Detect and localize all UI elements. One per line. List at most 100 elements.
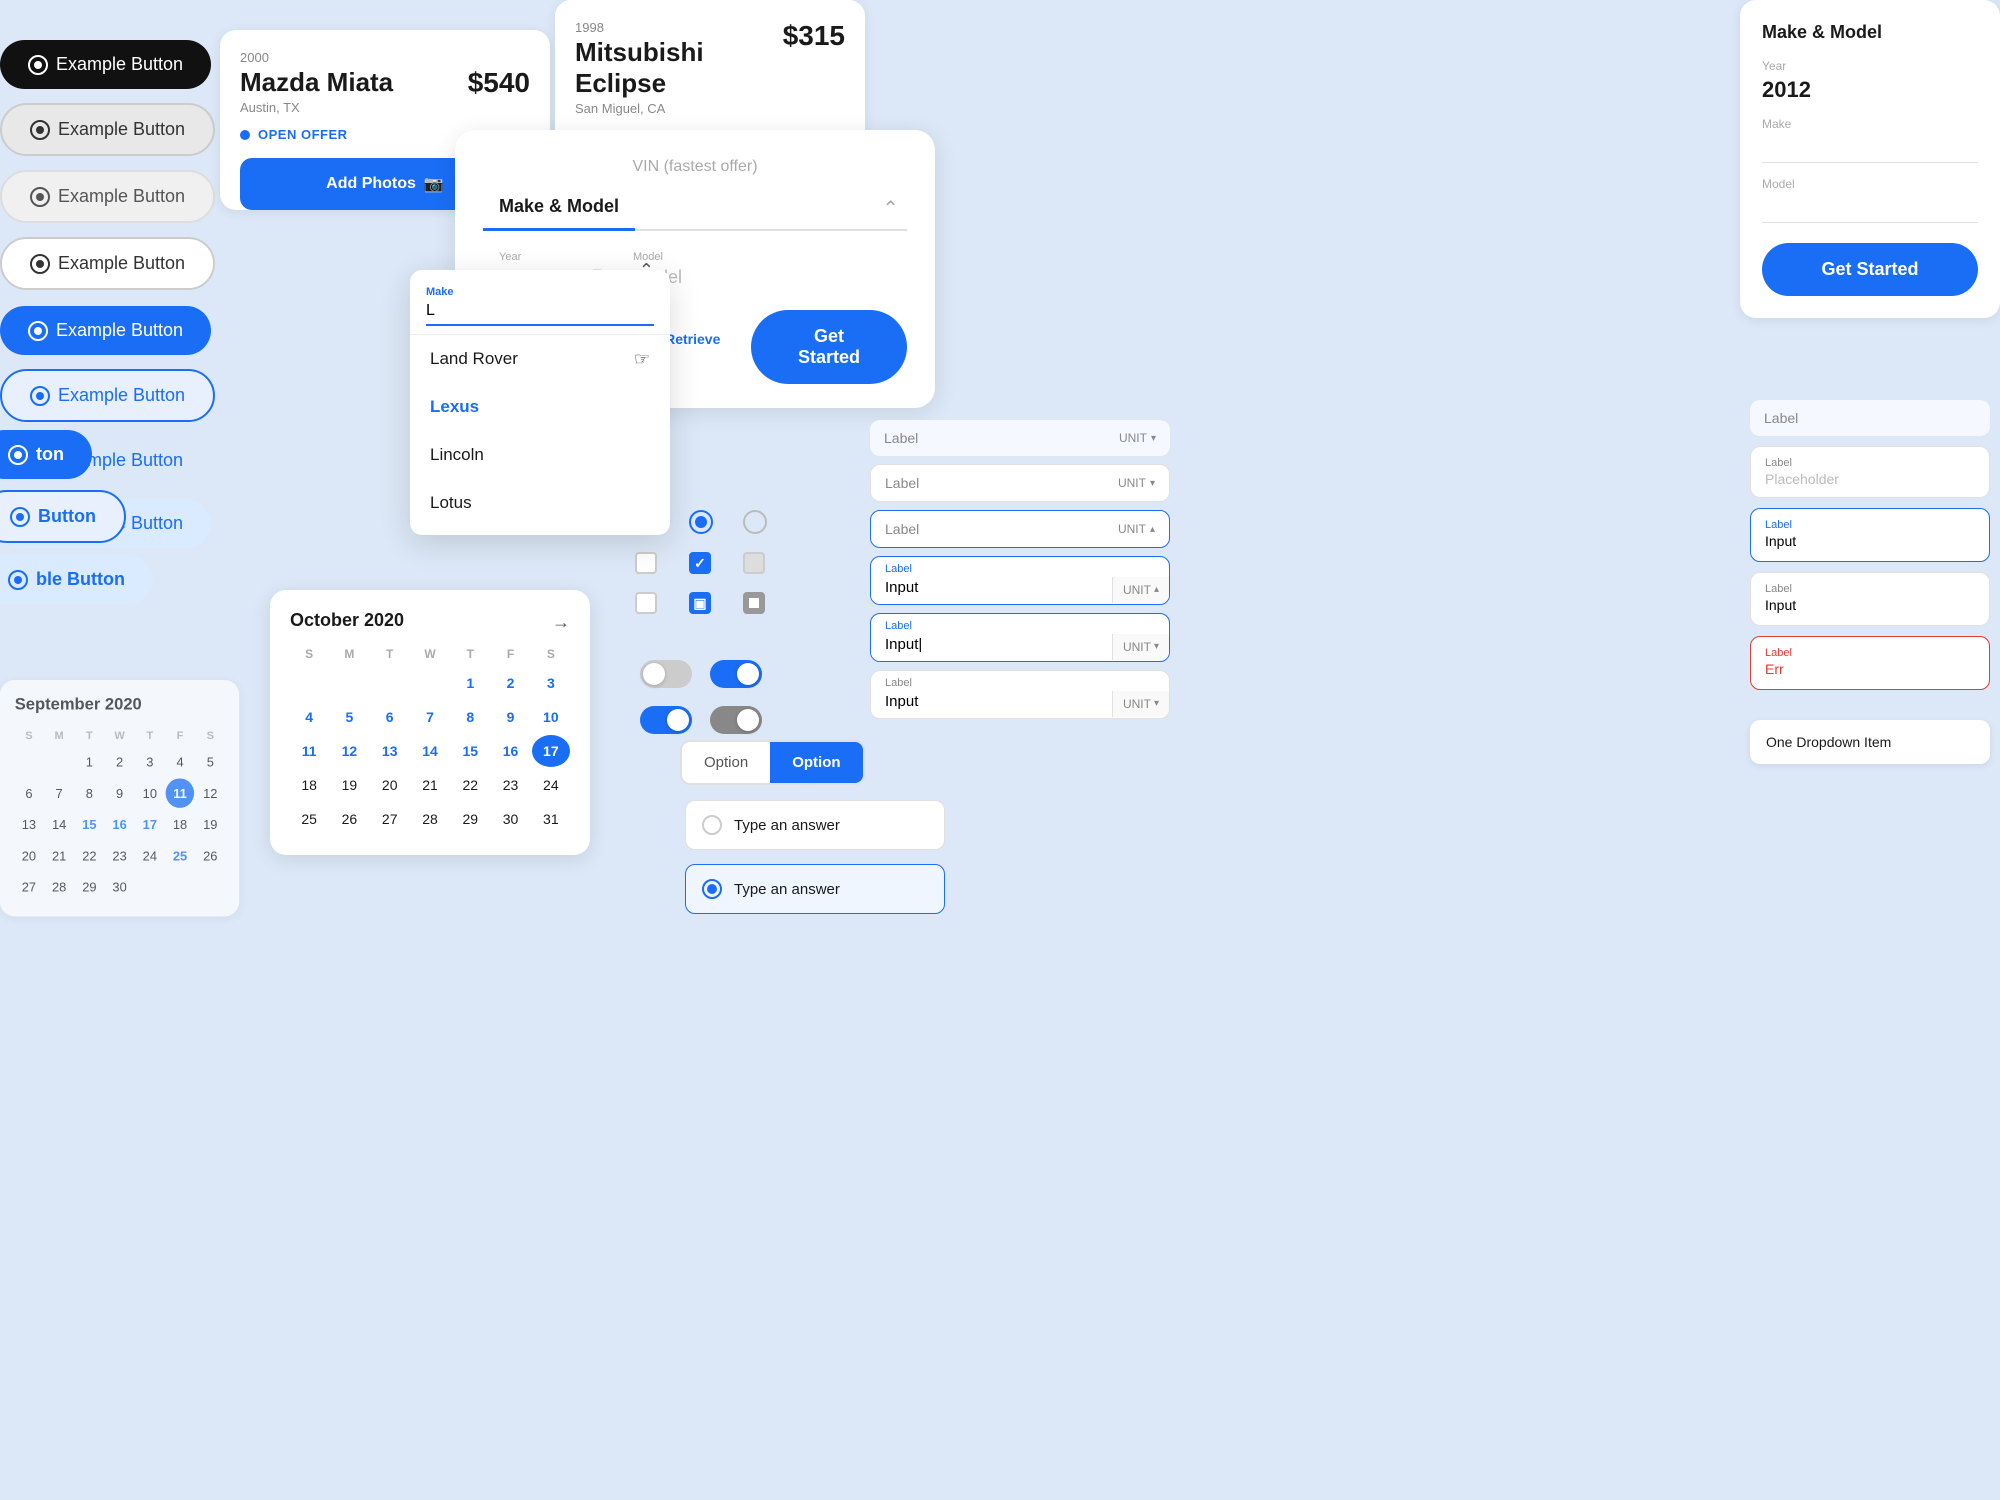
right-input-field-error[interactable] xyxy=(1765,661,1975,677)
selected-day-11[interactable]: 11 xyxy=(166,778,194,807)
circle-icon-light xyxy=(30,187,50,207)
answer-option-1[interactable]: Type an answer xyxy=(685,800,945,850)
circle-icon-blue-solid xyxy=(28,321,48,341)
right-card-title: Make & Model xyxy=(1762,22,1978,43)
selected-day-17[interactable]: 17 xyxy=(532,735,570,767)
right-input-placeholder: Label Placeholder xyxy=(1750,446,1990,498)
right-model-field xyxy=(1762,195,1978,223)
dropdown-item-lexus[interactable]: Lexus xyxy=(410,383,670,431)
btn-label: Example Button xyxy=(56,320,183,341)
input-label-1: Label xyxy=(884,430,918,446)
right-input-error: Label xyxy=(1750,636,1990,690)
car-price: $540 xyxy=(468,67,530,99)
input-group-6: Label UNIT ▾ xyxy=(870,670,1170,719)
chevron-up-icon-3: ▴ xyxy=(1150,524,1155,535)
car-title: Mazda Miata xyxy=(240,67,393,98)
radio-checked-1[interactable] xyxy=(689,510,713,534)
btn-truncated-3: ble Button xyxy=(0,555,153,618)
chevron-down-icon-1: ▾ xyxy=(1151,433,1156,444)
cursor-icon: ☞ xyxy=(634,349,650,370)
day-header-T: T xyxy=(75,725,103,745)
seg-option-2-active[interactable]: Option xyxy=(770,742,862,783)
radio-unchecked-2[interactable] xyxy=(743,510,767,534)
right-label-2: Label xyxy=(1765,457,1975,469)
right-input-normal: Label xyxy=(1750,572,1990,626)
chevron-up-icon: ⌃ xyxy=(639,260,654,281)
checkbox-gray-2[interactable] xyxy=(743,592,765,614)
dropdown-item-lotus[interactable]: Lotus xyxy=(410,479,670,527)
toggle-off-1[interactable] xyxy=(640,660,692,688)
oct-calendar-grid: S M T W T F S 1 2 3 4 5 6 7 8 9 10 11 12… xyxy=(290,643,570,835)
input-label-4: Label xyxy=(885,563,1155,575)
next-month-arrow[interactable]: → xyxy=(552,612,570,633)
sep-calendar-grid: S M T W T F S 1 2 3 4 5 6 7 8 9 10 11 12… xyxy=(15,725,225,902)
btn-gray-outline[interactable]: Example Button xyxy=(0,103,215,156)
car-location: Austin, TX xyxy=(240,100,393,115)
toggle-on-gray[interactable] xyxy=(710,706,762,734)
checkbox-unchecked-1[interactable] xyxy=(635,552,657,574)
tab-make-model[interactable]: Make & Model xyxy=(483,188,635,231)
right-year-value: 2012 xyxy=(1762,77,1978,103)
chevron-down-icon-6: ▾ xyxy=(1154,698,1159,709)
input-group-3-active: Label UNIT ▴ xyxy=(870,510,1170,548)
input-group-4: Label UNIT ▴ xyxy=(870,556,1170,605)
camera-icon: 📷 xyxy=(424,174,444,194)
btn-label: Example Button xyxy=(58,186,185,207)
form-tabs: Make & Model ⌃ xyxy=(483,188,907,231)
eclipse-location: San Miguel, CA xyxy=(575,101,783,116)
right-year-label: Year xyxy=(1762,59,1978,73)
make-search-input[interactable] xyxy=(426,298,654,326)
circle-icon xyxy=(8,445,28,465)
chevron-up-icon-4: ▴ xyxy=(1154,584,1159,595)
right-model-label: Model xyxy=(1762,177,1978,191)
right-label-4: Label xyxy=(1765,583,1975,595)
make-dropdown: ⌃ Make Land Rover ☞ Lexus Lincoln Lotus xyxy=(410,270,670,535)
btn-label: Example Button xyxy=(58,253,185,274)
right-get-started-button[interactable]: Get Started xyxy=(1762,243,1978,296)
get-started-button[interactable]: Get Started xyxy=(751,310,907,384)
toggles-section xyxy=(640,660,692,734)
seg-option-1[interactable]: Option xyxy=(682,742,770,783)
checkbox-unchecked-2[interactable] xyxy=(635,592,657,614)
checkbox-gray-1[interactable] xyxy=(743,552,765,574)
circle-icon-black xyxy=(28,55,48,75)
day-header-M: M xyxy=(45,725,73,745)
unit-label-6: UNIT xyxy=(1123,697,1151,711)
right-placeholder: Placeholder xyxy=(1765,471,1975,487)
eclipse-price: $315 xyxy=(783,20,845,52)
btn-truncated-1: ton xyxy=(0,430,92,493)
status-dot-blue xyxy=(240,130,250,140)
input-field-5[interactable] xyxy=(871,632,1112,661)
btn-blue-outline[interactable]: Example Button xyxy=(0,369,215,422)
btn-white-outline[interactable]: Example Button xyxy=(0,237,215,290)
right-make-field xyxy=(1762,135,1978,163)
dropdown-item-land-rover[interactable]: Land Rover ☞ xyxy=(410,335,670,383)
right-input-field[interactable] xyxy=(1765,533,1975,549)
toggle-on-2[interactable] xyxy=(710,660,762,688)
input-field-6[interactable] xyxy=(871,689,1112,718)
chevron-up-icon[interactable]: ⌃ xyxy=(874,188,907,229)
car-status: OPEN OFFER xyxy=(258,127,348,142)
eclipse-title: Mitsubishi Eclipse xyxy=(575,37,783,99)
btn-blue-solid[interactable]: Example Button xyxy=(0,306,211,355)
checkbox-indeterminate[interactable]: ▣ xyxy=(689,592,711,614)
right-input-plain-1: Label xyxy=(1750,400,1990,436)
input-label-6: Label xyxy=(885,677,1155,689)
input-group-1: Label UNIT ▾ xyxy=(870,420,1170,456)
checkbox-checked-1[interactable]: ✓ xyxy=(689,552,711,574)
make-input-wrapper: Make xyxy=(410,278,670,335)
dropdown-single-item[interactable]: One Dropdown Item xyxy=(1750,720,1990,764)
right-make-label: Make xyxy=(1762,117,1978,131)
dropdown-item-lincoln[interactable]: Lincoln xyxy=(410,431,670,479)
inputs-section: Label UNIT ▾ Label UNIT ▾ Label UNIT ▴ L… xyxy=(870,420,1170,719)
circle-icon-gray xyxy=(30,120,50,140)
input-label-5: Label xyxy=(885,620,1155,632)
right-input-field-2[interactable] xyxy=(1765,597,1975,613)
calendar-september: September 2020 S M T W T F S 1 2 3 4 5 6… xyxy=(0,680,239,916)
answer-option-2-active[interactable]: Type an answer xyxy=(685,864,945,914)
btn-light-outline[interactable]: Example Button xyxy=(0,170,215,223)
toggle-on-1[interactable] xyxy=(640,706,692,734)
input-group-5: Label UNIT ▾ xyxy=(870,613,1170,662)
btn-black[interactable]: Example Button xyxy=(0,40,211,89)
input-field-4[interactable] xyxy=(871,575,1112,604)
